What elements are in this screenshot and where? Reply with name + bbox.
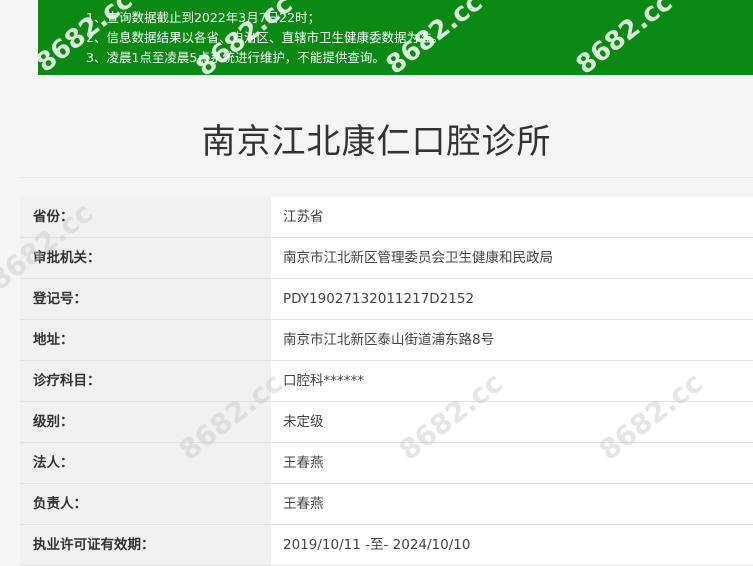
table-row: 法人： 王春燕 (20, 443, 753, 484)
table-row: 负责人： 王春燕 (20, 484, 753, 525)
row-label: 地址： (20, 320, 271, 360)
table-row: 诊疗科目： 口腔科****** (20, 361, 753, 402)
row-label: 登记号： (20, 279, 271, 319)
row-value: 王春燕 (271, 484, 753, 524)
row-label: 负责人： (20, 484, 271, 524)
page-title: 南京江北康仁口腔诊所 (201, 122, 552, 162)
divider (20, 177, 753, 178)
row-value: 南京市江北新区管理委员会卫生健康和民政局 (271, 238, 753, 278)
table-row: 审批机关： 南京市江北新区管理委员会卫生健康和民政局 (20, 238, 753, 279)
row-label: 法人： (20, 443, 271, 483)
row-value: 2019/10/11 -至- 2024/10/10 (271, 525, 753, 565)
row-label: 执业许可证有效期： (20, 525, 271, 565)
table-row: 执业许可证有效期： 2019/10/11 -至- 2024/10/10 (20, 525, 753, 566)
row-value: 江苏省 (271, 197, 753, 237)
table-row: 登记号： PDY19027132011217D2152 (20, 279, 753, 320)
table-row: 省份： 江苏省 (20, 197, 753, 238)
row-value: 王春燕 (271, 443, 753, 483)
notice-banner: 1、查询数据截止到2022年3月7日22时； 2、信息数据结果以各省、自治区、直… (31, 0, 753, 83)
row-value: 南京市江北新区泰山街道浦东路8号 (271, 320, 753, 360)
info-table: 省份： 江苏省 审批机关： 南京市江北新区管理委员会卫生健康和民政局 登记号： … (20, 197, 753, 566)
row-value: PDY19027132011217D2152 (271, 279, 753, 319)
table-row: 地址： 南京市江北新区泰山街道浦东路8号 (20, 320, 753, 361)
